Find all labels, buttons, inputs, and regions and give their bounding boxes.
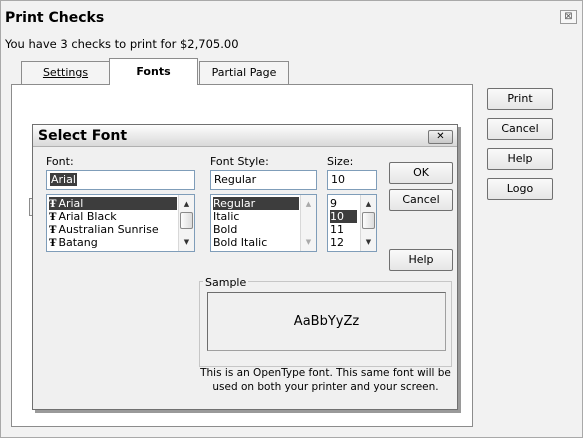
tab-fonts[interactable]: Fonts xyxy=(109,58,198,85)
list-item[interactable]: 9 xyxy=(330,197,337,210)
font-label: Font: xyxy=(46,155,74,168)
tab-fonts-label: Fonts xyxy=(136,65,171,78)
print-button[interactable]: Print xyxy=(487,88,553,110)
dialog-titlebar: Select Font ✕ xyxy=(33,125,457,147)
truetype-icon: Ŧ xyxy=(49,225,57,236)
list-item[interactable]: Ŧ Arial Black xyxy=(49,210,117,223)
truetype-icon: Ŧ xyxy=(49,199,57,210)
list-item[interactable]: Bold Italic xyxy=(213,236,267,249)
dialog-cancel-button[interactable]: Cancel xyxy=(389,189,453,211)
ok-button[interactable]: OK xyxy=(389,162,453,184)
font-item-label: Arial xyxy=(58,197,84,210)
scroll-up-icon[interactable]: ▲ xyxy=(301,197,316,211)
font-info-line-2: used on both your printer and your scree… xyxy=(212,381,439,393)
help-button[interactable]: Help xyxy=(487,148,553,170)
font-item-label: Batang xyxy=(58,236,98,249)
scroll-up-icon[interactable]: ▲ xyxy=(179,197,194,211)
size-input[interactable]: 10 xyxy=(327,170,377,190)
scroll-thumb[interactable] xyxy=(362,212,375,229)
close-icon[interactable]: ⊠ xyxy=(560,10,577,24)
scroll-down-icon[interactable]: ▼ xyxy=(361,235,376,249)
list-item[interactable]: Regular xyxy=(213,197,299,210)
list-item[interactable]: 11 xyxy=(330,223,344,236)
truetype-icon: Ŧ xyxy=(49,212,57,223)
scroll-down-icon[interactable]: ▼ xyxy=(301,235,316,249)
truetype-icon: Ŧ xyxy=(49,238,57,249)
select-font-dialog: Select Font ✕ Font: Arial Ŧ Arial Ŧ Arial … xyxy=(32,124,458,410)
dialog-title: Select Font xyxy=(38,128,128,144)
font-info-note: This is an OpenType font. This same font… xyxy=(199,366,452,394)
font-item-label: Arial Black xyxy=(58,210,117,223)
list-item[interactable]: Italic xyxy=(213,210,239,223)
tab-settings[interactable]: Settings xyxy=(21,61,110,84)
dialog-help-button[interactable]: Help xyxy=(389,249,453,271)
close-icon[interactable]: ✕ xyxy=(428,130,453,144)
tab-settings-label: Settings xyxy=(42,66,89,79)
size-list[interactable]: 9 10 11 12 ▲ ▼ xyxy=(327,194,377,252)
list-item[interactable]: 10 xyxy=(330,210,357,223)
font-style-input[interactable]: Regular xyxy=(210,170,317,190)
list-item[interactable]: 12 xyxy=(330,236,344,249)
font-style-scrollbar[interactable]: ▲ ▼ xyxy=(300,195,316,251)
list-item[interactable]: Ŧ Arial xyxy=(49,197,177,210)
font-input-value: Arial xyxy=(50,173,77,186)
scroll-up-icon[interactable]: ▲ xyxy=(361,197,376,211)
list-item[interactable]: Ŧ Batang xyxy=(49,236,98,249)
scroll-down-icon[interactable]: ▼ xyxy=(179,235,194,249)
font-info-line-1: This is an OpenType font. This same font… xyxy=(200,367,451,379)
cancel-button[interactable]: Cancel xyxy=(487,118,553,140)
tab-partial-page-label: Partial Page xyxy=(211,66,277,79)
sample-label: Sample xyxy=(203,276,249,289)
list-item[interactable]: Bold xyxy=(213,223,237,236)
window-title: Print Checks xyxy=(5,10,105,26)
list-item[interactable]: Ŧ Australian Sunrise xyxy=(49,223,159,236)
sample-preview: AaBbYyZz xyxy=(207,292,446,351)
tab-partial-page[interactable]: Partial Page xyxy=(199,61,289,84)
font-item-label: Australian Sunrise xyxy=(58,223,159,236)
scroll-thumb[interactable] xyxy=(180,212,193,229)
checks-summary: You have 3 checks to print for $2,705.00 xyxy=(5,37,239,51)
font-style-label: Font Style: xyxy=(210,155,269,168)
font-list-scrollbar[interactable]: ▲ ▼ xyxy=(178,195,194,251)
logo-button[interactable]: Logo xyxy=(487,178,553,200)
font-list[interactable]: Ŧ Arial Ŧ Arial Black Ŧ Australian Sunrise … xyxy=(46,194,195,252)
font-style-list[interactable]: Regular Italic Bold Bold Italic ▲ ▼ xyxy=(210,194,317,252)
size-scrollbar[interactable]: ▲ ▼ xyxy=(360,195,376,251)
font-input[interactable]: Arial xyxy=(46,170,195,190)
size-label: Size: xyxy=(327,155,354,168)
